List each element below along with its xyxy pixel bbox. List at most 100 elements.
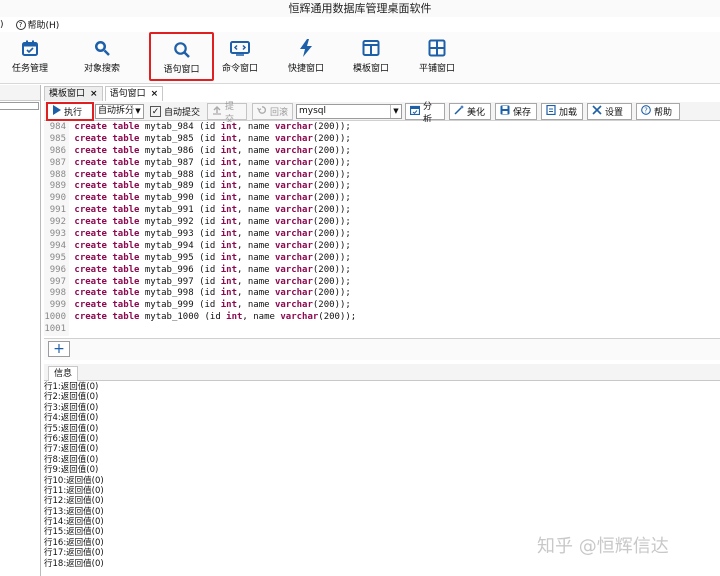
line-number: 985 (44, 133, 69, 146)
ribbon-quick-window-button[interactable]: 快捷窗口 (276, 35, 336, 81)
table-name: mytab_994 (144, 240, 194, 251)
type-keyword: varchar (274, 288, 313, 299)
keyword: table (112, 122, 140, 132)
beautify-button[interactable]: 美化 (449, 103, 491, 120)
code-text: (200)); (312, 193, 351, 204)
magic-wand-icon (454, 105, 464, 118)
save-label: 保存 (513, 108, 532, 118)
keyword: create (74, 217, 107, 228)
close-icon[interactable]: × (90, 87, 98, 101)
table-name: mytab_997 (144, 276, 194, 287)
keyword: table (112, 312, 140, 323)
auto-commit-checkbox[interactable]: ✓ 自动提交 (150, 105, 200, 118)
help-button[interactable]: ? 帮助 (636, 103, 680, 120)
code-text: (200)); (312, 252, 351, 263)
code-text: (200)); (312, 181, 351, 192)
execute-button[interactable]: 执行 (46, 102, 94, 121)
type-keyword: varchar (274, 122, 313, 132)
ribbon-statement-window-button[interactable]: 语句窗口 (149, 32, 214, 81)
code-line: 996 create table mytab_996 (id int, name… (44, 264, 720, 277)
line-number: 989 (44, 181, 69, 194)
close-icon[interactable]: × (151, 87, 159, 101)
code-text: (200)); (312, 122, 351, 132)
ribbon-label: 任务管理 (11, 64, 48, 74)
code-text: (id (193, 169, 221, 180)
table-name: mytab_985 (144, 133, 194, 144)
result-tabs: 信息 (44, 364, 720, 381)
code-text: , name (237, 193, 275, 204)
calendar-icon (409, 105, 421, 118)
code-line: 994 create table mytab_994 (id int, name… (44, 240, 720, 253)
ribbon-toolbar: 任务管理 对象搜索 语句窗口 命令窗口 快捷窗口 模板窗口 平铺窗口 (0, 32, 720, 84)
tab-info[interactable]: 信息 (48, 366, 79, 381)
code-text: (id (199, 312, 227, 323)
ribbon-template-window-button[interactable]: 模板窗口 (341, 35, 401, 81)
window-tabs: 模板窗口 × 语句窗口 × (44, 86, 720, 101)
load-button[interactable]: 加载 (541, 103, 583, 120)
auto-split-dropdown[interactable]: 自动拆分 ▼ (95, 104, 144, 119)
keyword: create (74, 181, 107, 192)
settings-button[interactable]: 设置 (587, 103, 632, 120)
tab-label: 语句窗口 (109, 89, 146, 99)
type-keyword: varchar (274, 133, 313, 144)
menu-edge: ) (0, 19, 4, 30)
commit-button[interactable]: 提交 (207, 102, 247, 125)
object-tree-filter[interactable] (0, 102, 39, 110)
code-text: (200)); (312, 276, 351, 287)
lightning-icon (276, 35, 336, 61)
line-number: 994 (44, 240, 69, 253)
keyword: table (112, 181, 140, 192)
code-text: (id (193, 193, 221, 204)
database-type-select[interactable]: mysql ▼ (296, 104, 402, 119)
code-text: (id (193, 229, 221, 240)
sql-editor[interactable]: 984 create table mytab_984 (id int, name… (44, 122, 720, 338)
code-text: , name (237, 133, 275, 144)
ribbon-label: 快捷窗口 (287, 64, 324, 74)
code-text: (200)); (312, 169, 351, 180)
help-icon: ? (641, 105, 651, 118)
object-tree-panel[interactable] (0, 85, 41, 576)
info-line: 行9:返回值(0) (44, 465, 99, 476)
object-tree-header (0, 85, 40, 101)
ribbon-task-manage-button[interactable]: 任务管理 (0, 35, 60, 81)
save-icon (500, 105, 510, 118)
ribbon-command-window-button[interactable]: 命令窗口 (210, 35, 270, 81)
code-text: (id (193, 264, 221, 275)
tab-statement-window[interactable]: 语句窗口 × (104, 86, 164, 101)
keyword: table (112, 193, 140, 204)
code-text: (id (193, 288, 221, 299)
commit-label: 提交 (225, 101, 235, 125)
type-keyword: int (220, 169, 238, 180)
code-text: (id (193, 217, 221, 228)
keyword: table (112, 133, 140, 144)
add-button[interactable]: + (48, 341, 70, 357)
ribbon-object-search-button[interactable]: 对象搜索 (72, 35, 132, 81)
code-text: (id (193, 145, 221, 156)
save-button[interactable]: 保存 (495, 103, 537, 120)
keyword: table (112, 288, 140, 299)
rollback-button[interactable]: 回滚 (252, 103, 293, 120)
tab-template-window[interactable]: 模板窗口 × (44, 86, 103, 101)
info-line: 行8:返回值(0) (44, 454, 99, 465)
help-icon: ? (15, 19, 26, 30)
type-keyword: int (226, 312, 243, 323)
ribbon-label: 对象搜索 (83, 64, 120, 74)
type-keyword: varchar (274, 205, 313, 216)
menu-help[interactable]: 帮助(H) (28, 18, 60, 31)
code-line: 988 create table mytab_988 (id int, name… (44, 169, 720, 182)
keyword: create (74, 300, 107, 311)
code-text: , name (237, 169, 275, 180)
type-keyword: varchar (274, 157, 313, 168)
code-line: 993 create table mytab_993 (id int, name… (44, 229, 720, 241)
info-line: 行12:返回值(0) (44, 496, 104, 507)
play-icon (52, 105, 61, 118)
code-text: (200)); (312, 229, 351, 240)
code-text: (200)); (312, 264, 351, 275)
analyze-button[interactable]: 分析 (405, 102, 445, 125)
checkbox-box: ✓ (150, 106, 161, 117)
code-text: , name (237, 252, 275, 263)
code-text: (200)); (312, 133, 351, 144)
info-line: 行14:返回值(0) (44, 517, 104, 528)
keyword: table (112, 205, 140, 216)
ribbon-tile-window-button[interactable]: 平铺窗口 (407, 35, 467, 81)
